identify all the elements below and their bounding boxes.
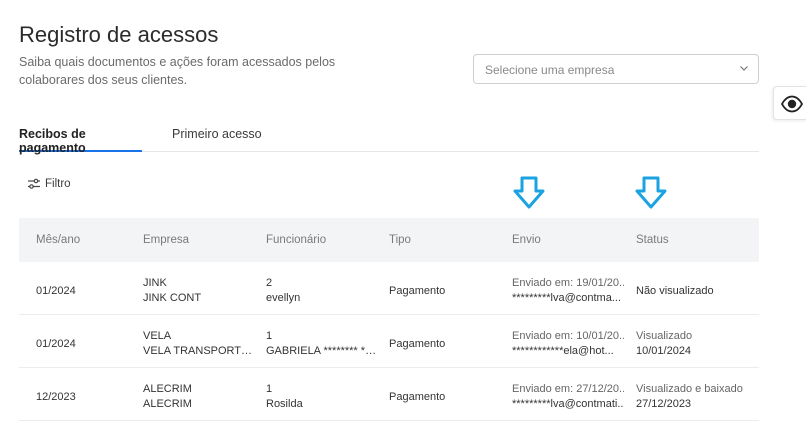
cell-mes-ano: 12/2023 [36,391,76,403]
cell-empresa-name: VELA TRANSPORTES ... [143,345,255,357]
cell-funcionario-id: 1 [266,383,273,395]
cell-envio-email: *********lva@contmati... [512,398,624,410]
tab-recibos-de-pagamento[interactable]: Recibos de pagamento [19,127,142,155]
filter-label: Filtro [45,178,71,190]
table-row[interactable]: 12/2023 ALECRIM ALECRIM 1 Rosilda Pagame… [19,368,759,421]
cell-tipo: Pagamento [389,391,446,403]
cell-empresa-code: JINK [143,277,167,289]
cell-funcionario-name: evellyn [266,292,301,304]
company-select-placeholder: Selecione uma empresa [485,63,615,77]
column-header-envio[interactable]: Envio [512,234,624,246]
company-select[interactable]: Selecione uma empresa [473,54,759,84]
table-row[interactable]: 01/2024 VELA VELA TRANSPORTES ... 1 GABR… [19,315,759,368]
tab-primeiro-acesso[interactable]: Primeiro acesso [172,127,262,152]
column-header-empresa[interactable]: Empresa [143,234,255,246]
access-log-table: Mês/ano Empresa Funcionário Tipo Envio S… [19,218,759,421]
chevron-down-icon [740,66,748,71]
column-header-funcionario[interactable]: Funcionário [266,234,378,246]
column-header-mes-ano[interactable]: Mês/ano [36,234,80,246]
cell-envio-date: Enviado em: 10/01/20... [512,330,624,342]
cell-funcionario-name: GABRIELA ******** ***... [266,345,378,357]
cell-funcionario-id: 2 [266,277,273,289]
cell-status-date: 10/01/2024 [636,345,692,357]
cell-status: Visualizado [636,330,693,342]
cell-mes-ano: 01/2024 [36,338,76,350]
cell-funcionario-name: Rosilda [266,398,303,410]
page-subtitle: Saiba quais documentos e ações foram ace… [19,55,336,87]
cell-funcionario-id: 1 [266,330,273,342]
table-header: Mês/ano Empresa Funcionário Tipo Envio S… [19,218,759,262]
cell-envio-date: Enviado em: 27/12/20... [512,383,624,395]
cell-tipo: Pagamento [389,338,446,350]
cell-empresa-code: VELA [143,330,172,342]
page-title: Registro de acessos [19,22,219,47]
cell-empresa-name: JINK CONT [143,292,202,304]
cell-empresa-code: ALECRIM [143,383,192,395]
eye-icon [781,95,803,113]
sliders-icon [28,178,40,189]
cell-envio-email: *********lva@contma... [512,292,621,304]
cell-status: Não visualizado [636,285,714,297]
cell-empresa-name: ALECRIM [143,398,192,410]
cell-mes-ano: 01/2024 [36,285,76,297]
arrow-down-icon [513,176,545,209]
cell-status-date: 27/12/2023 [636,398,692,410]
table-row[interactable]: 01/2024 JINK JINK CONT 2 evellyn Pagamen… [19,262,759,315]
visibility-toggle-button[interactable] [773,86,806,120]
column-header-status[interactable]: Status [636,234,756,246]
arrow-down-icon [635,176,667,209]
cell-envio-date: Enviado em: 19/01/20... [512,277,624,289]
cell-envio-email: ************ela@hot... [512,345,614,357]
cell-status: Visualizado e baixado [636,383,743,395]
cell-tipo: Pagamento [389,285,446,297]
tab-bar: Recibos de pagamento Primeiro acesso [19,124,759,155]
column-header-tipo[interactable]: Tipo [389,234,411,246]
